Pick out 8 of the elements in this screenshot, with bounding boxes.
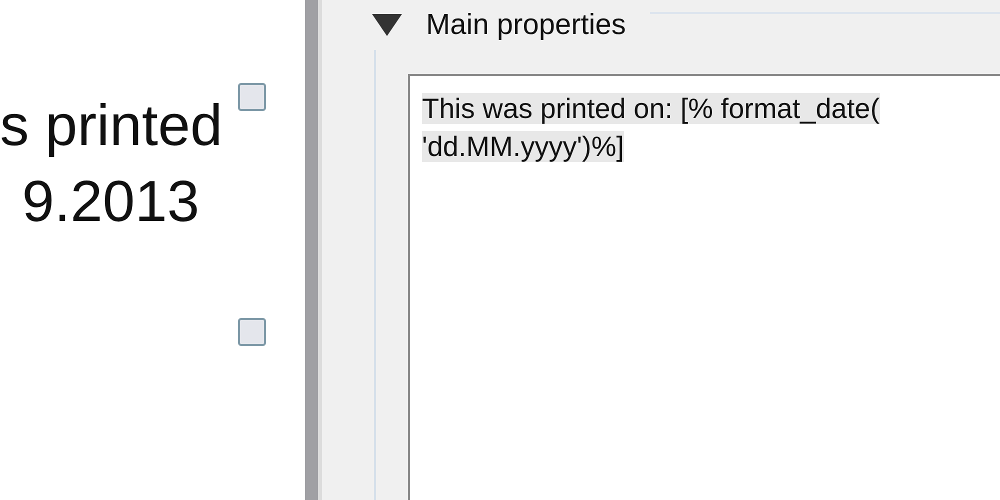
group-title: Main properties [426,8,626,42]
resize-handle[interactable] [238,83,266,111]
label-text-editor[interactable]: This was printed on: [% format_date( 'dd.MM.yyyy')%] [408,74,1000,500]
collapse-triangle-icon[interactable] [372,14,402,36]
canvas-label-text: 9.2013 [22,168,200,236]
resize-handle[interactable] [238,318,266,346]
canvas-label-text: s printed [0,92,222,160]
splitter[interactable] [305,0,322,500]
